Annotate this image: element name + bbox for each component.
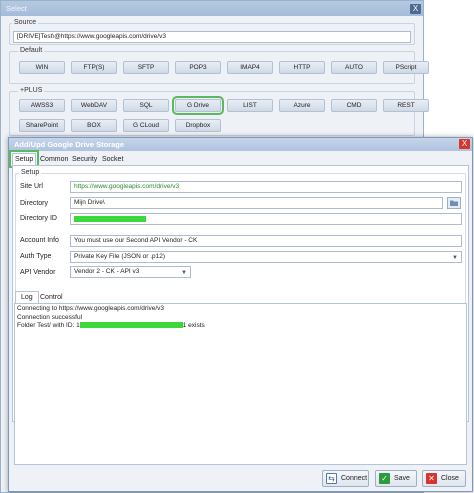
default-button-sftp[interactable]: SFTP [123,61,169,74]
plus-group-label: +PLUS [18,87,45,94]
default-group-label: Default [18,47,45,54]
gdrive-dialog-titlebar[interactable]: Add/Upd Google Drive Storage [9,138,472,151]
log-line: Folder Test/ with ID: 1 1 exists [17,322,464,331]
chevron-down-icon: ▼ [181,270,187,276]
directory-id-field[interactable] [70,213,462,225]
default-button-auto[interactable]: AUTO [331,61,377,74]
auth-type-label: Auth Type [20,253,52,260]
save-label: Save [394,475,410,482]
default-button-pscript[interactable]: PScript [383,61,429,74]
account-info-label: Account Info [20,237,59,244]
log-line: Connecting to https://www.googleapis.com… [17,305,165,312]
log-output: Connecting to https://www.googleapis.com… [14,303,467,465]
log-folder-prefix: Folder Test/ with ID: 1 [17,322,80,329]
connect-icon: ⇆ [326,473,337,484]
plus-button-cmd[interactable]: CMD [331,99,377,112]
site-url-field[interactable]: https://www.googleapis.com/drive/v3 [70,181,462,193]
directory-id-label: Directory ID [20,215,57,222]
connect-button[interactable]: ⇆ Connect [322,470,369,487]
plus-button-sharepoint[interactable]: SharePoint [19,119,65,132]
select-dialog-title: Select [6,4,27,13]
default-button-imap4[interactable]: IMAP4 [227,61,273,74]
chevron-down-icon: ▼ [452,255,458,261]
close-icon: ✕ [426,473,437,484]
gdrive-dialog-title: Add/Upd Google Drive Storage [14,140,125,149]
plus-button-azure[interactable]: Azure [279,99,325,112]
browse-folder-icon[interactable] [447,197,461,209]
log-line: Connection successful [17,313,83,321]
account-info-field[interactable]: You must use our Second API Vendor - CK [70,235,462,247]
tab-setup[interactable]: Setup [8,150,40,168]
source-group-label: Source [12,19,39,26]
select-close-icon[interactable]: X [410,4,421,14]
select-dialog-titlebar[interactable]: Select [1,1,423,16]
source-field[interactable]: [DRIVE]Test\@https://www.googleapis.com/… [13,31,411,43]
site-url-label: Site Url [20,183,43,190]
save-button[interactable]: ✓ Save [375,470,417,487]
gdrive-close-icon[interactable]: X [459,139,470,149]
plus-button-dropbox[interactable]: Dropbox [175,119,221,132]
close-button[interactable]: ✕ Close [422,470,466,487]
log-folder-suffix: 1 exists [182,322,205,329]
plus-button-g-drive[interactable]: G Drive [172,96,224,115]
plus-button-webdav[interactable]: WebDAV [71,99,117,112]
redacted-folder-id [79,322,183,329]
default-button-http[interactable]: HTTP [279,61,325,74]
plus-button-sql[interactable]: SQL [123,99,169,112]
connect-label: Connect [341,475,368,482]
redacted-directory-id [74,215,146,222]
plus-button-list[interactable]: LIST [227,99,273,112]
gdrive-storage-dialog: Add/Upd Google Drive Storage X Setup Com… [8,137,473,492]
api-vendor-label: API Vendor [20,269,56,276]
auth-type-value: Private Key File (JSON or .p12) [74,253,166,260]
close-label: Close [441,475,459,482]
directory-label: Directory [20,200,49,207]
default-button-win[interactable]: WIN [19,61,65,74]
plus-button-box[interactable]: BOX [71,119,117,132]
default-button-pop3[interactable]: POP3 [175,61,221,74]
default-button-ftp-s-[interactable]: FTP(S) [71,61,117,74]
tab-log[interactable]: Log [15,291,39,303]
api-vendor-value: Vendor 2 - CK - API v3 [74,268,140,275]
plus-button-rest[interactable]: REST [383,99,429,112]
plus-button-awss3[interactable]: AWSS3 [19,99,65,112]
checkmark-icon: ✓ [379,473,390,484]
setup-group-label: Setup [19,169,42,176]
api-vendor-select[interactable]: Vendor 2 - CK - API v3 ▼ [70,266,191,278]
plus-button-g-cloud[interactable]: G CLoud [123,119,169,132]
directory-field[interactable]: Mijn Drive\ [70,197,443,209]
auth-type-select[interactable]: Private Key File (JSON or .p12) ▼ [70,251,462,263]
